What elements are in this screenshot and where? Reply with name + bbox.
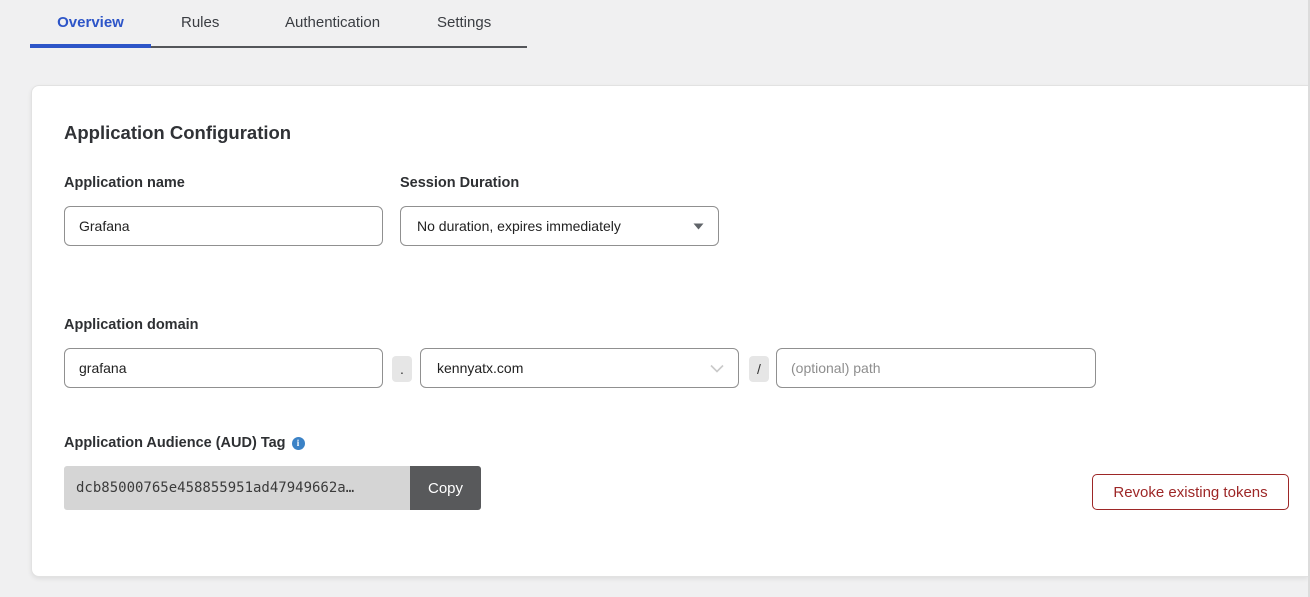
page-title: Application Configuration bbox=[64, 122, 291, 144]
session-duration-select[interactable]: No duration, expires immediately bbox=[400, 206, 719, 246]
subdomain-input[interactable] bbox=[64, 348, 383, 388]
tab-underline bbox=[151, 46, 527, 48]
session-duration-value: No duration, expires immediately bbox=[417, 218, 693, 234]
domain-select-value: kennyatx.com bbox=[437, 360, 710, 376]
path-input[interactable] bbox=[776, 348, 1096, 388]
application-configuration-card: Application Configuration Application na… bbox=[31, 85, 1308, 577]
active-tab-underline bbox=[30, 44, 151, 48]
aud-tag-field: dcb85000765e458855951ad47949662a… Copy bbox=[64, 466, 481, 510]
application-domain-label: Application domain bbox=[64, 317, 199, 333]
aud-tag-label: Application Audience (AUD) Tag i bbox=[64, 435, 305, 451]
dot-separator: . bbox=[392, 356, 412, 382]
application-name-label: Application name bbox=[64, 175, 185, 191]
revoke-existing-tokens-button[interactable]: Revoke existing tokens bbox=[1092, 474, 1289, 510]
tab-authentication[interactable]: Authentication bbox=[285, 0, 380, 44]
application-name-input[interactable] bbox=[64, 206, 383, 246]
aud-tag-value: dcb85000765e458855951ad47949662a… bbox=[64, 466, 410, 510]
info-icon[interactable]: i bbox=[292, 437, 305, 450]
tab-overview[interactable]: Overview bbox=[30, 0, 151, 44]
slash-separator: / bbox=[749, 356, 769, 382]
tab-bar: Overview Rules Authentication Settings bbox=[0, 0, 1310, 48]
copy-button[interactable]: Copy bbox=[410, 466, 481, 510]
caret-down-icon bbox=[693, 223, 704, 230]
chevron-down-icon bbox=[710, 364, 724, 373]
tab-settings[interactable]: Settings bbox=[437, 0, 491, 44]
session-duration-label: Session Duration bbox=[400, 175, 519, 191]
domain-select[interactable]: kennyatx.com bbox=[420, 348, 739, 388]
aud-tag-label-text: Application Audience (AUD) Tag bbox=[64, 435, 286, 451]
tab-rules[interactable]: Rules bbox=[181, 0, 219, 44]
